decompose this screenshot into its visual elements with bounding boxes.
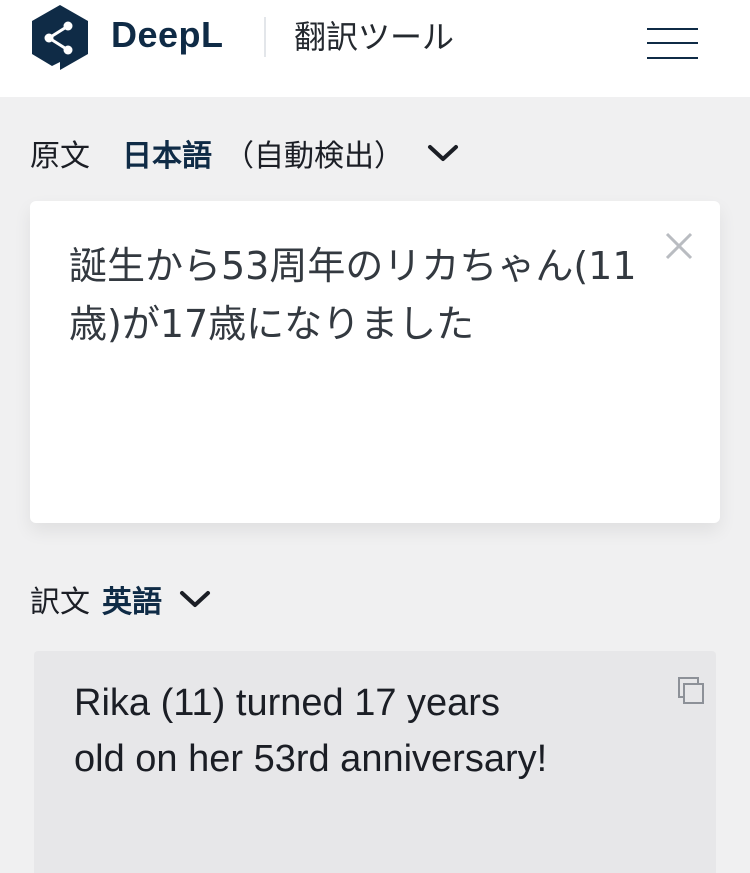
auto-detect-label: （自動検出） bbox=[224, 139, 404, 174]
target-label: 訳文 bbox=[30, 585, 90, 620]
hamburger-menu-button[interactable] bbox=[644, 22, 700, 64]
translation-output-area: Rika (11) turned 17 years old on her 53r… bbox=[34, 651, 716, 873]
close-icon[interactable] bbox=[662, 229, 696, 263]
deepl-logo-icon[interactable] bbox=[30, 4, 90, 72]
target-language[interactable]: 英語 bbox=[102, 577, 162, 621]
translation-text: Rika (11) turned 17 years old on her 53r… bbox=[74, 682, 548, 780]
source-label: 原文 bbox=[30, 139, 90, 174]
header-divider bbox=[264, 17, 266, 57]
target-language-selector[interactable]: 訳文 英語 bbox=[30, 576, 212, 622]
source-text[interactable]: 誕生から53周年のリカちゃん(11歳)が17歳になりました bbox=[69, 237, 659, 353]
copy-icon[interactable] bbox=[676, 675, 706, 707]
source-language[interactable]: 日本語 bbox=[122, 131, 212, 175]
source-text-area[interactable]: 誕生から53周年のリカちゃん(11歳)が17歳になりました bbox=[30, 201, 720, 523]
brand-name[interactable]: DeepL bbox=[111, 14, 224, 56]
app-header: DeepL 翻訳ツール bbox=[0, 0, 750, 97]
chevron-down-icon[interactable] bbox=[426, 142, 460, 164]
page-title: 翻訳ツール bbox=[294, 18, 455, 56]
source-language-selector[interactable]: 原文 日本語 （自動検出） bbox=[30, 130, 460, 176]
hamburger-menu-icon bbox=[647, 28, 698, 30]
chevron-down-icon[interactable] bbox=[178, 588, 212, 610]
